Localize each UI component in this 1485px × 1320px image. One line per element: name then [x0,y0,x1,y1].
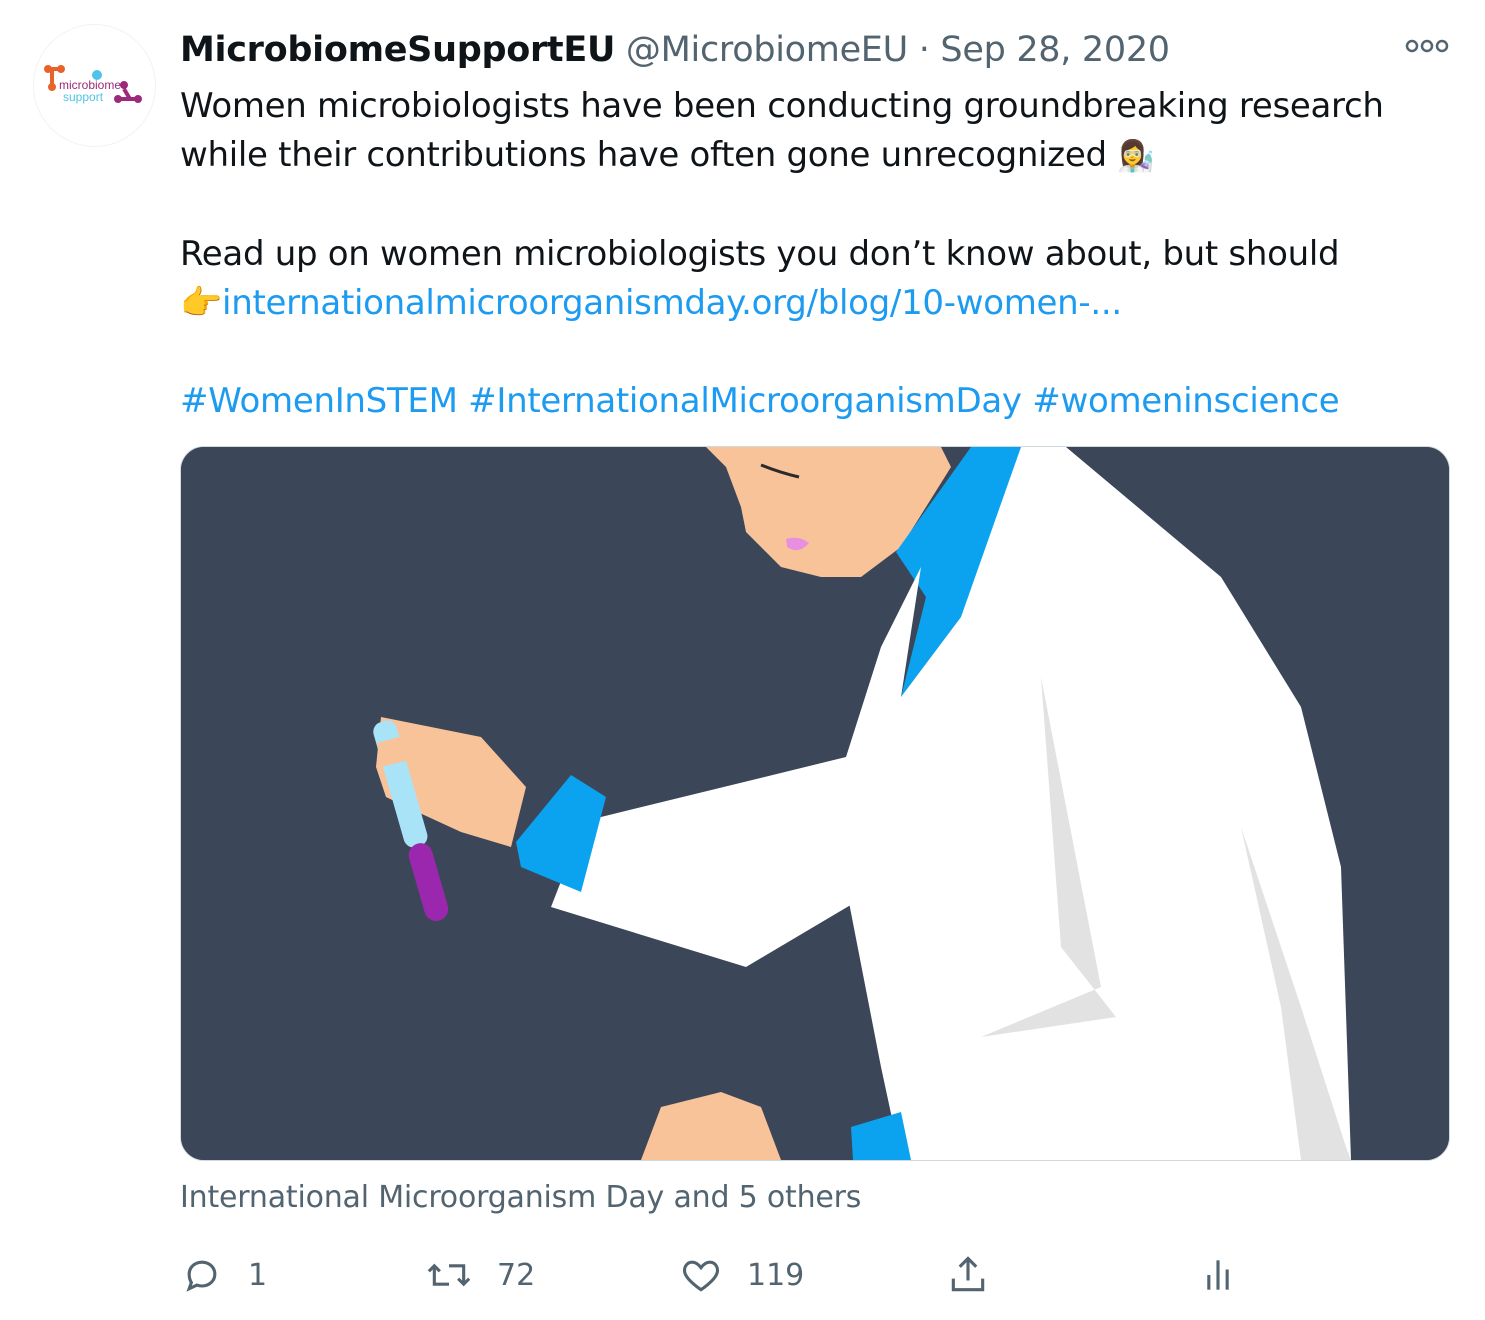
more-options-button[interactable] [1404,34,1450,58]
tweet-text-line-3: Read up on women microbiologists you don… [180,234,1340,274]
reply-icon [186,1260,217,1292]
display-name[interactable]: MicrobiomeSupportEU [180,30,615,70]
like-icon [683,1260,719,1292]
separator: · [918,30,930,70]
hashtag-womeninscience[interactable]: #womeninscience [1032,381,1339,421]
scientist-emoji-icon: 👩‍🔬 [1117,139,1155,174]
hashtags-line: #WomenInSTEM #InternationalMicroorganism… [180,377,1440,426]
more-icon [1405,39,1449,53]
retweet-icon [427,1263,471,1287]
reply-count: 1 [248,1257,268,1293]
scientist-illustration [181,447,1449,1160]
like-button[interactable]: 119 [679,1252,804,1298]
microbiome-support-logo: microbiome support [44,65,142,104]
analytics-icon [1207,1260,1229,1290]
logo-text-bottom: support [63,90,104,104]
tweet-media-image[interactable] [180,446,1450,1161]
retweet-count: 72 [497,1257,536,1293]
retweet-button[interactable]: 72 [425,1252,535,1298]
tweet-text: Women microbiologists have been conducti… [180,82,1440,426]
tweet-text-line-2: while their contributions have often gon… [180,131,1440,181]
article-link[interactable]: internationalmicroorganismday.org/blog/1… [222,283,1122,323]
share-icon [951,1256,985,1292]
tweet-header: MicrobiomeSupportEU @MicrobiomeEU · Sep … [180,28,1170,72]
analytics-button[interactable] [1196,1252,1240,1298]
like-count: 119 [747,1257,805,1293]
tweet-text-line-2-text: while their contributions have often gon… [180,135,1107,175]
tagged-users[interactable]: International Microorganism Day and 5 ot… [180,1180,861,1215]
share-button[interactable] [946,1252,990,1298]
reply-button[interactable]: 1 [180,1252,267,1298]
hashtag-internationalmicroorganismday[interactable]: #InternationalMicroorganismDay [468,381,1022,421]
avatar[interactable]: microbiome support [33,24,156,147]
handle[interactable]: @MicrobiomeEU [626,30,908,70]
pointing-emoji-icon: 👉 [180,283,223,323]
tweet-date[interactable]: Sep 28, 2020 [940,30,1170,70]
tweet-text-line-1: Women microbiologists have been conducti… [180,86,1384,126]
tweet-link-line: 👉internationalmicroorganismday.org/blog/… [180,279,1440,328]
hashtag-womeninstem[interactable]: #WomenInSTEM [180,381,458,421]
